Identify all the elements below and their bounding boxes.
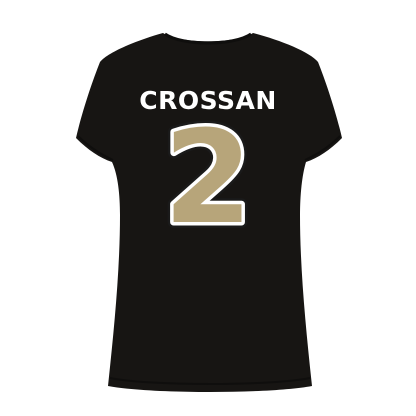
jersey-number: 2 2 2 bbox=[157, 98, 258, 259]
jersey-number-fill: 2 bbox=[163, 104, 252, 253]
product-image: CROSSAN 2 2 2 bbox=[0, 0, 416, 416]
